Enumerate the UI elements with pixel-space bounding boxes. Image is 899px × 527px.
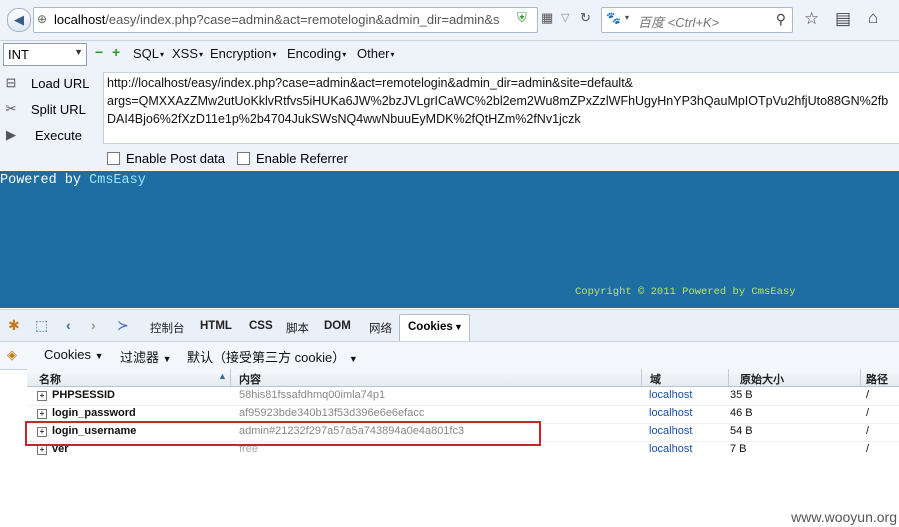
execute-icon: ▶ — [6, 127, 16, 142]
inspect-icon[interactable]: ⬚ — [35, 317, 48, 334]
load-url-icon: ⊟ — [5, 75, 17, 90]
split-url-icon: ✂ — [5, 101, 17, 116]
column-divider — [641, 369, 642, 386]
bookmark-star-icon[interactable]: ☆ — [804, 9, 819, 29]
chevron-down-icon: ▼ — [348, 354, 358, 364]
chevron-down-icon: ▼ — [74, 47, 83, 57]
decrease-icon[interactable]: − — [95, 44, 103, 60]
menu-sql[interactable]: SQL▾ — [133, 46, 164, 61]
expand-icon[interactable]: + — [37, 391, 47, 401]
col-raw-size[interactable]: 原始大小 — [740, 371, 784, 387]
watermark: www.wooyun.org — [791, 509, 897, 525]
table-row[interactable]: + PHPSESSID 58his81fssafdhmq00imla74p1 lo… — [27, 387, 899, 406]
tab-network[interactable]: 网络 — [369, 320, 392, 336]
firebug-icon[interactable]: ✱ — [8, 317, 20, 334]
highlight-box — [25, 421, 541, 446]
chevron-down-icon: ▼ — [454, 322, 463, 332]
expand-icon[interactable]: + — [37, 409, 47, 419]
command-line-icon[interactable]: ≻ — [117, 317, 129, 334]
menu-xss[interactable]: XSS▾ — [172, 46, 203, 61]
checkbox-box — [237, 152, 250, 165]
caret-icon: ▾ — [160, 50, 165, 60]
tab-css[interactable]: CSS — [249, 320, 273, 332]
checkbox-box — [107, 152, 120, 165]
back-arrow-icon[interactable]: ‹ — [66, 317, 71, 333]
chevron-down-icon: ▼ — [94, 351, 104, 361]
copyright-text: Copyright © 2011 Powered by CmsEasy — [575, 286, 796, 298]
caret-icon: ▾ — [390, 50, 395, 60]
powered-by: Powered by CmsEasy — [0, 173, 146, 188]
increase-icon[interactable]: + — [112, 44, 120, 60]
cookies-menu[interactable]: Cookies ▼ — [44, 347, 104, 362]
filter-menu[interactable]: 过滤器 ▼ — [120, 347, 172, 366]
menu-encryption[interactable]: Encryption▾ — [210, 46, 276, 61]
forward-arrow-icon[interactable]: › — [91, 317, 96, 333]
caret-icon: ▾ — [342, 50, 347, 60]
qrcode-icon[interactable]: ▦ — [541, 10, 553, 26]
caret-icon: ▾ — [199, 50, 204, 60]
execute-button[interactable]: ▶ Execute — [0, 125, 100, 147]
tab-console[interactable]: 控制台 — [150, 320, 185, 336]
tab-dom[interactable]: DOM — [324, 320, 351, 332]
search-input[interactable]: 百度 <Ctrl+K> — [638, 12, 719, 31]
baidu-icon[interactable]: 🐾 — [606, 11, 621, 25]
refresh-icon[interactable]: ↻ — [580, 10, 591, 26]
enable-referrer-checkbox[interactable]: Enable Referrer — [237, 151, 348, 166]
tab-script[interactable]: 脚本 — [286, 320, 309, 336]
search-icon[interactable]: ⚲ — [776, 11, 786, 28]
url-line: DAI4Bjo6%2fXzD11e1p%2b4704JukSWsNQ4wwNbu… — [107, 112, 581, 126]
url-path: /easy/index.php?case=admin&act=remotelog… — [105, 12, 500, 27]
globe-icon: ⊕ — [37, 12, 48, 26]
caret-icon: ▾ — [272, 50, 277, 60]
col-path[interactable]: 路径 — [866, 371, 888, 387]
col-content[interactable]: 内容 — [239, 371, 261, 387]
third-party-menu[interactable]: 默认（接受第三方 cookie） ▼ — [187, 347, 358, 366]
column-divider — [230, 369, 231, 386]
chevron-down-icon[interactable]: ▾ — [625, 13, 629, 22]
cookie-icon[interactable]: ◈ — [7, 347, 17, 363]
column-divider — [860, 369, 861, 386]
back-icon[interactable]: ◀ — [7, 8, 31, 32]
menu-other[interactable]: Other▾ — [357, 46, 395, 61]
reading-list-icon[interactable]: ▤ — [835, 9, 851, 29]
chevron-down-icon: ▼ — [162, 354, 172, 364]
sort-arrow-icon: ▲ — [218, 371, 227, 381]
tab-html[interactable]: HTML — [200, 320, 232, 332]
url-line: http://localhost/easy/index.php?case=adm… — [107, 76, 634, 90]
enable-post-checkbox[interactable]: Enable Post data — [107, 151, 225, 166]
column-divider — [728, 369, 729, 386]
dropdown-arrow-icon[interactable]: ▽ — [561, 11, 569, 24]
col-domain[interactable]: 域 — [650, 371, 661, 387]
load-url-button[interactable]: ⊟ Load URL — [0, 73, 100, 95]
split-url-button[interactable]: ✂ Split URL — [0, 99, 100, 121]
url-line: args=QMXXAzZMw2utUoKklvRtfvs5iHUKa6JW%2b… — [107, 94, 889, 108]
col-name[interactable]: 名称 — [39, 371, 61, 387]
url-host: localhost — [54, 12, 106, 27]
shield-icon[interactable]: ⛨ — [517, 10, 527, 26]
search-box[interactable]: 🐾 ▾ 百度 <Ctrl+K> ⚲ — [601, 7, 793, 33]
int-select[interactable]: INT ▼ — [3, 43, 87, 66]
menu-encoding[interactable]: Encoding▾ — [287, 46, 346, 61]
url-textarea[interactable]: http://localhost/easy/index.php?case=adm… — [103, 72, 899, 144]
expand-icon[interactable]: + — [37, 445, 47, 455]
tab-cookies[interactable]: Cookies ▼ — [399, 314, 470, 341]
address-bar[interactable]: ⊕ localhost/easy/index.php?case=admin&ac… — [33, 7, 538, 33]
cmseasy-link[interactable]: CmsEasy — [89, 173, 146, 188]
int-select-value: INT — [8, 47, 29, 62]
home-icon[interactable]: ⌂ — [868, 8, 878, 28]
